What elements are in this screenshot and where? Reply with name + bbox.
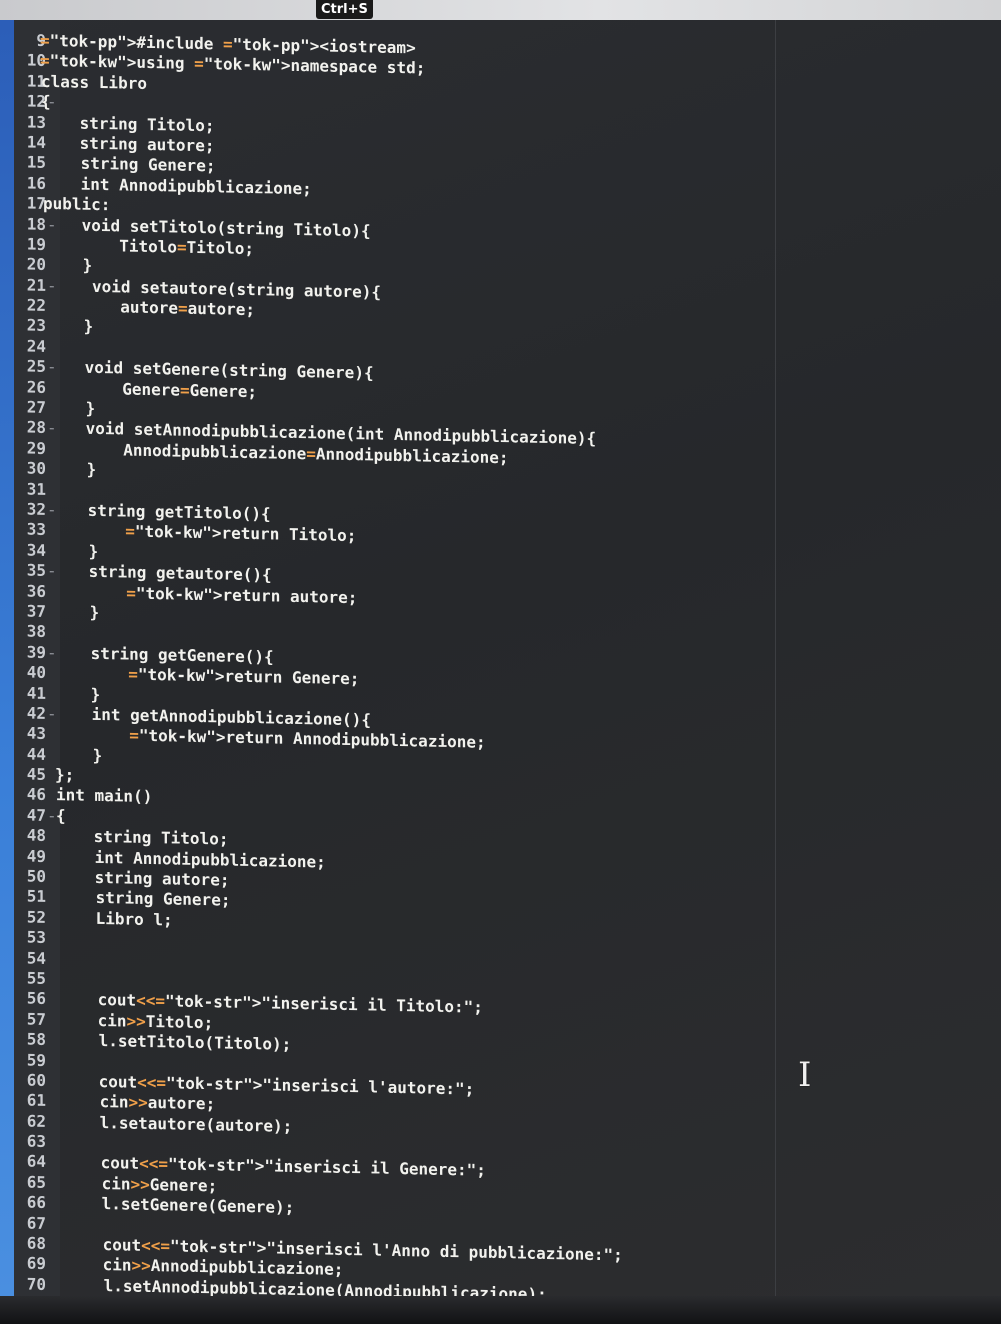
line-number: 41 xyxy=(26,683,46,703)
fold-toggle-icon[interactable]: - xyxy=(47,643,57,664)
line-number: 47 xyxy=(26,805,46,825)
monitor-bezel xyxy=(0,1296,1001,1324)
code-text: string Genere; xyxy=(80,153,216,176)
line-number: 66 xyxy=(26,1192,46,1213)
code-text: class Libro xyxy=(41,71,147,93)
line-number: 14 xyxy=(26,132,46,152)
line-number: 70 xyxy=(26,1274,46,1294)
line-number: 27 xyxy=(26,397,46,417)
fold-toggle-icon[interactable]: - xyxy=(47,561,57,582)
code-text: string autore; xyxy=(79,133,215,156)
line-number: 23 xyxy=(26,316,46,336)
line-number: 48 xyxy=(26,825,46,846)
line-number: 58 xyxy=(26,1029,46,1050)
line-number: 60 xyxy=(26,1070,46,1090)
code-text: } xyxy=(83,317,94,337)
line-number: 49 xyxy=(26,846,46,866)
line-number: 15 xyxy=(26,152,46,173)
line-number: 50 xyxy=(26,866,46,886)
code-text: string Genere; xyxy=(95,888,231,911)
fold-toggle-icon[interactable]: - xyxy=(47,500,57,521)
line-number: 44 xyxy=(26,744,46,764)
line-number: 17 xyxy=(26,193,46,214)
line-number: 30 xyxy=(26,458,46,479)
line-number: 55 xyxy=(26,968,46,988)
line-number: 40 xyxy=(26,662,46,683)
fold-toggle-icon[interactable]: - xyxy=(47,214,57,235)
code-text: cin>>Titolo; xyxy=(97,1010,214,1033)
code-text: { xyxy=(41,91,51,112)
shortcut-tooltip: Ctrl+S xyxy=(316,0,373,19)
line-number: 54 xyxy=(26,948,46,968)
line-number: 34 xyxy=(26,540,46,560)
line-number: 59 xyxy=(26,1050,46,1070)
code-text: int main() xyxy=(56,785,153,807)
line-number: 24 xyxy=(26,336,46,356)
line-number: 56 xyxy=(26,988,46,1009)
line-number: 42 xyxy=(26,703,46,723)
code-text: cin>>Genere; xyxy=(101,1173,218,1196)
editor-window: Ctrl+S 9 ="tok-pp">#include ="tok-pp"><io… xyxy=(0,0,1001,1296)
line-number: 53 xyxy=(26,927,46,948)
code-text: autore=autore; xyxy=(120,297,256,320)
code-text: }; xyxy=(55,765,75,785)
code-text: } xyxy=(82,255,93,276)
line-number: 28 xyxy=(26,417,46,438)
line-number: 19 xyxy=(26,234,46,254)
line-number: 62 xyxy=(26,1111,46,1131)
fold-toggle-icon[interactable]: - xyxy=(47,276,57,297)
line-number: 31 xyxy=(26,479,46,499)
code-text: { xyxy=(56,805,66,826)
code-text: public: xyxy=(43,193,111,215)
line-number: 63 xyxy=(26,1131,46,1152)
line-number: 68 xyxy=(26,1233,46,1253)
line-number: 46 xyxy=(26,784,46,805)
line-number: 65 xyxy=(26,1172,46,1192)
code-text: Genere=Genere; xyxy=(122,379,258,401)
line-number: 16 xyxy=(26,173,46,193)
line-number: 20 xyxy=(26,254,46,275)
line-number: 13 xyxy=(26,112,46,132)
fold-toggle-icon[interactable]: - xyxy=(47,418,57,439)
code-text: } xyxy=(88,541,99,561)
text-cursor-icon: I xyxy=(798,1055,812,1095)
line-number: 36 xyxy=(26,581,46,601)
line-number: 52 xyxy=(26,907,46,927)
line-number: 38 xyxy=(26,621,46,642)
line-number: 57 xyxy=(26,1009,46,1029)
line-number: 69 xyxy=(26,1253,46,1274)
line-number: 29 xyxy=(26,438,46,458)
line-number: 22 xyxy=(26,295,46,316)
code-text: string autore; xyxy=(94,867,230,890)
fold-toggle-icon[interactable]: - xyxy=(47,357,57,378)
code-text: } xyxy=(90,684,101,704)
code-text: string Titolo; xyxy=(79,113,215,135)
code-text: Titolo=Titolo; xyxy=(119,236,255,259)
line-number: 37 xyxy=(26,601,46,621)
code-text: } xyxy=(86,459,97,480)
fold-toggle-icon[interactable]: - xyxy=(47,704,57,725)
code-text: cin>>autore; xyxy=(99,1092,216,1114)
line-number: 26 xyxy=(26,377,46,397)
line-number: 18 xyxy=(26,214,46,234)
code-text: } xyxy=(89,602,100,622)
line-number: 61 xyxy=(26,1090,46,1111)
line-number: 32 xyxy=(26,499,46,519)
line-number: 21 xyxy=(26,275,46,295)
line-number: 39 xyxy=(26,642,46,662)
line-number: 35 xyxy=(26,560,46,581)
line-number: 51 xyxy=(26,886,46,907)
code-text: } xyxy=(85,398,96,418)
code-text: } xyxy=(92,745,103,765)
code-editor[interactable]: 9 ="tok-pp">#include ="tok-pp"><iostream>… xyxy=(0,30,1001,1296)
code-text: Libro l; xyxy=(95,908,173,930)
line-number: 45 xyxy=(26,764,46,784)
title-bar xyxy=(0,0,1001,20)
code-text: string Titolo; xyxy=(93,827,229,849)
line-number: 67 xyxy=(26,1213,46,1233)
line-number: 64 xyxy=(26,1152,46,1172)
line-number: 33 xyxy=(26,519,46,540)
line-number: 25 xyxy=(26,356,46,377)
line-number: 43 xyxy=(26,723,46,744)
